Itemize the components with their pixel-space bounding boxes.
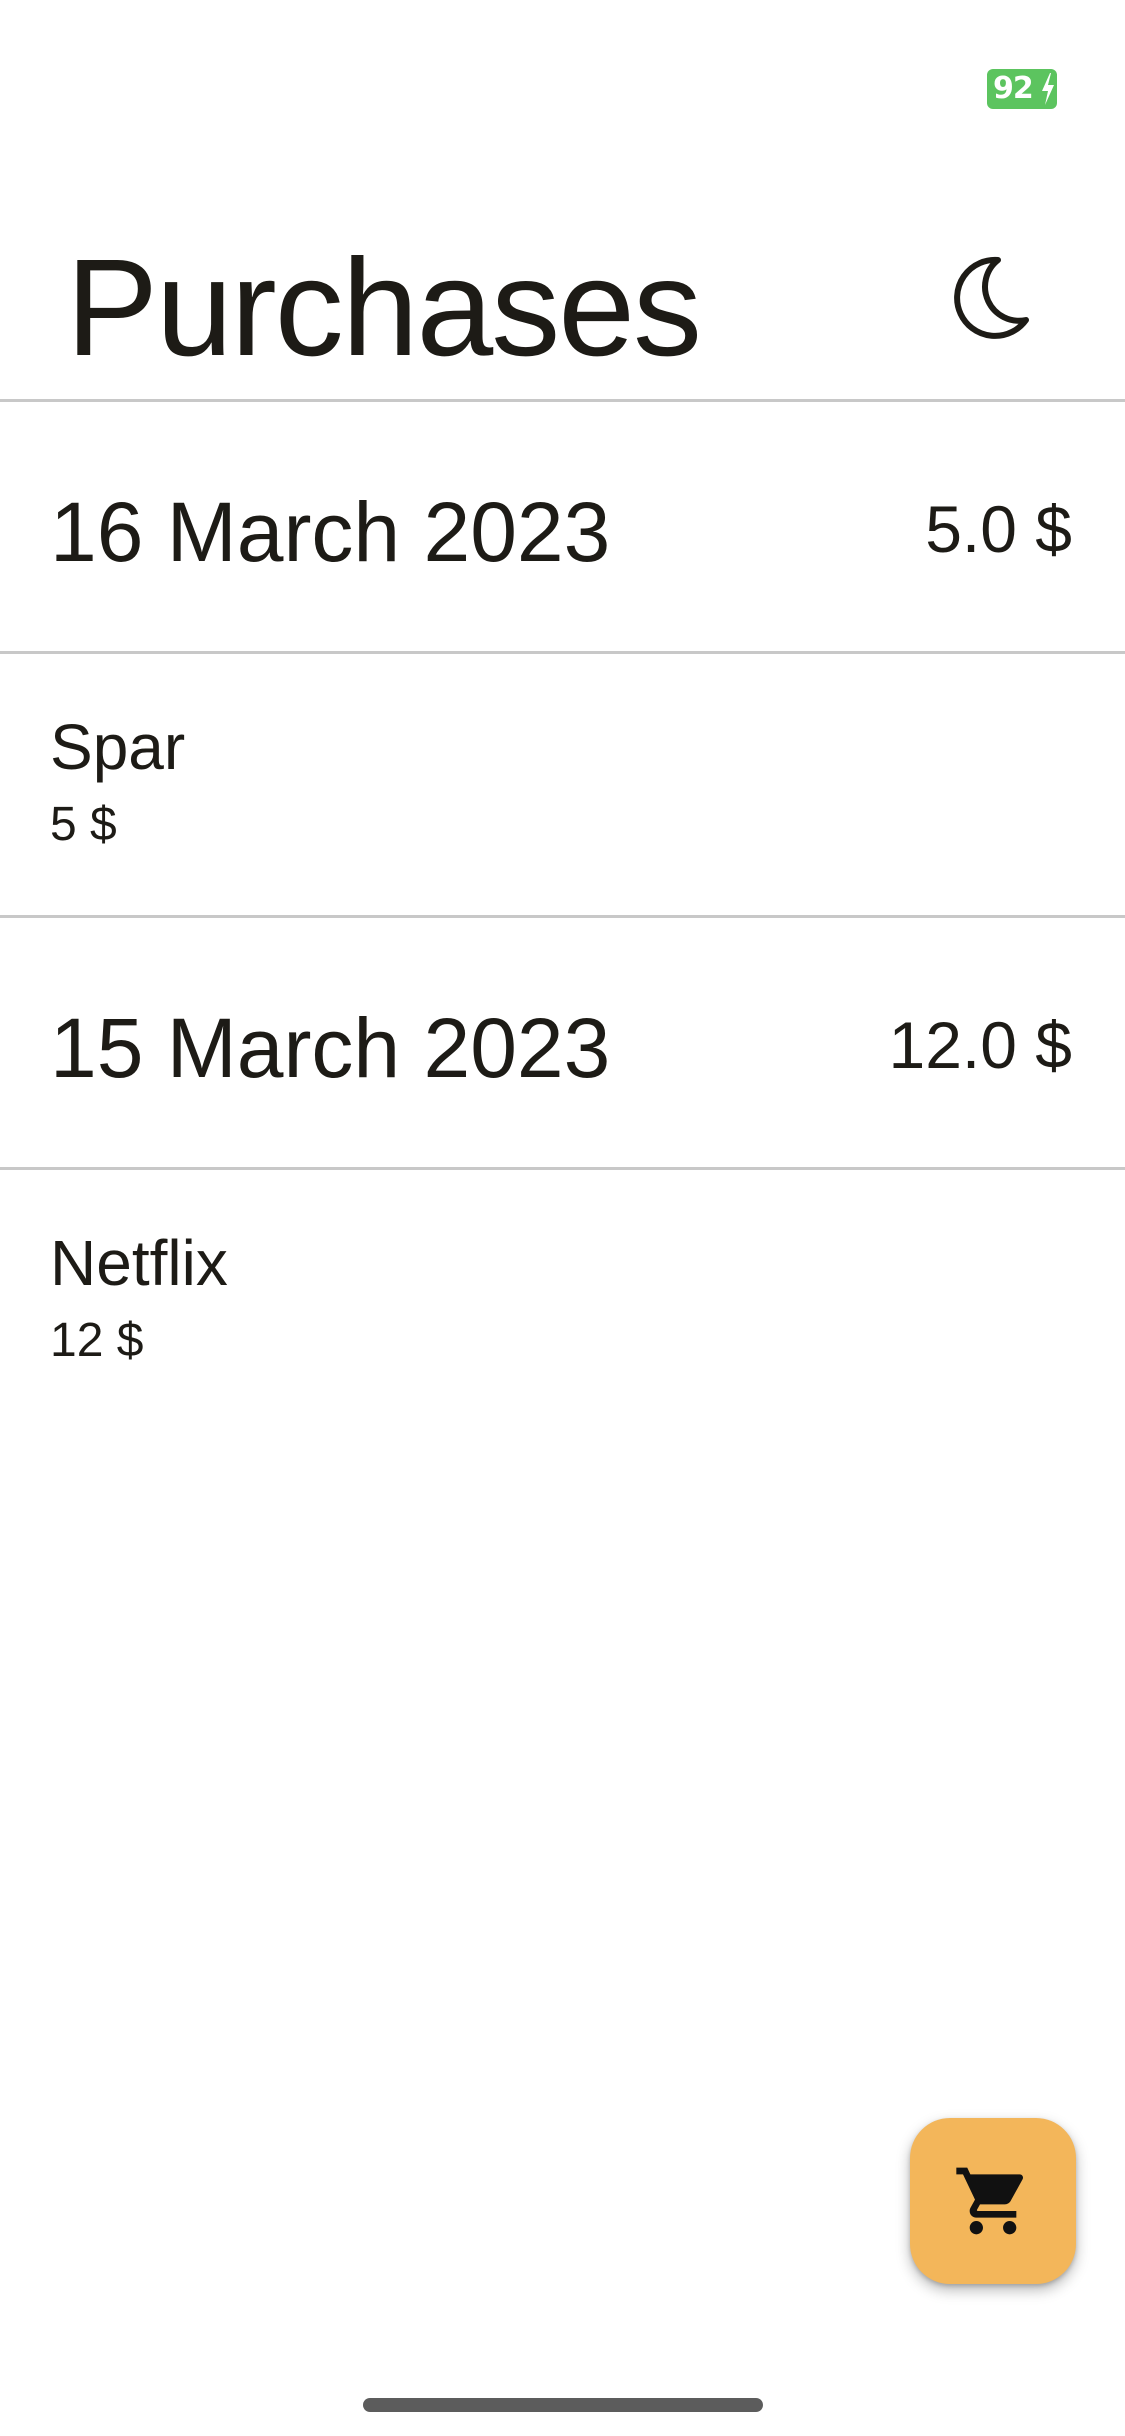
- status-bar: 92: [0, 0, 1125, 140]
- purchase-name: Spar: [50, 711, 186, 783]
- battery-level: 92: [993, 71, 1034, 106]
- theme-toggle-button[interactable]: [940, 250, 1036, 346]
- home-indicator[interactable]: [363, 2398, 763, 2412]
- app-header: Purchases: [0, 140, 1125, 402]
- purchase-name: Netflix: [50, 1227, 228, 1299]
- purchases-list: 16 March 2023 5.0 $ Spar 5 $ 15 March 20…: [0, 402, 1125, 1434]
- group-total: 12.0 $: [888, 1008, 1073, 1082]
- group-date: 15 March 2023: [50, 1001, 611, 1095]
- purchase-amount: 12 $: [50, 1314, 144, 1367]
- purchase-item[interactable]: Netflix 12 $: [0, 1170, 1125, 1434]
- purchase-amount: 5 $: [50, 798, 117, 851]
- group-date: 16 March 2023: [50, 485, 611, 579]
- battery-indicator: 92: [987, 69, 1057, 109]
- charging-bolt-icon: [1042, 73, 1054, 105]
- date-group-header[interactable]: 16 March 2023 5.0 $: [0, 402, 1125, 654]
- purchase-item[interactable]: Spar 5 $: [0, 654, 1125, 918]
- page-title: Purchases: [66, 231, 702, 385]
- shopping-cart-icon: [956, 2167, 1024, 2235]
- add-purchase-fab[interactable]: [910, 2118, 1076, 2284]
- purchases-screen: 92 Purchases 16 March 2023 5.0 $ Spar 5 …: [0, 0, 1125, 2436]
- date-group-header[interactable]: 15 March 2023 12.0 $: [0, 918, 1125, 1170]
- group-total: 5.0 $: [925, 492, 1072, 566]
- crescent-moon-icon: [954, 256, 1029, 339]
